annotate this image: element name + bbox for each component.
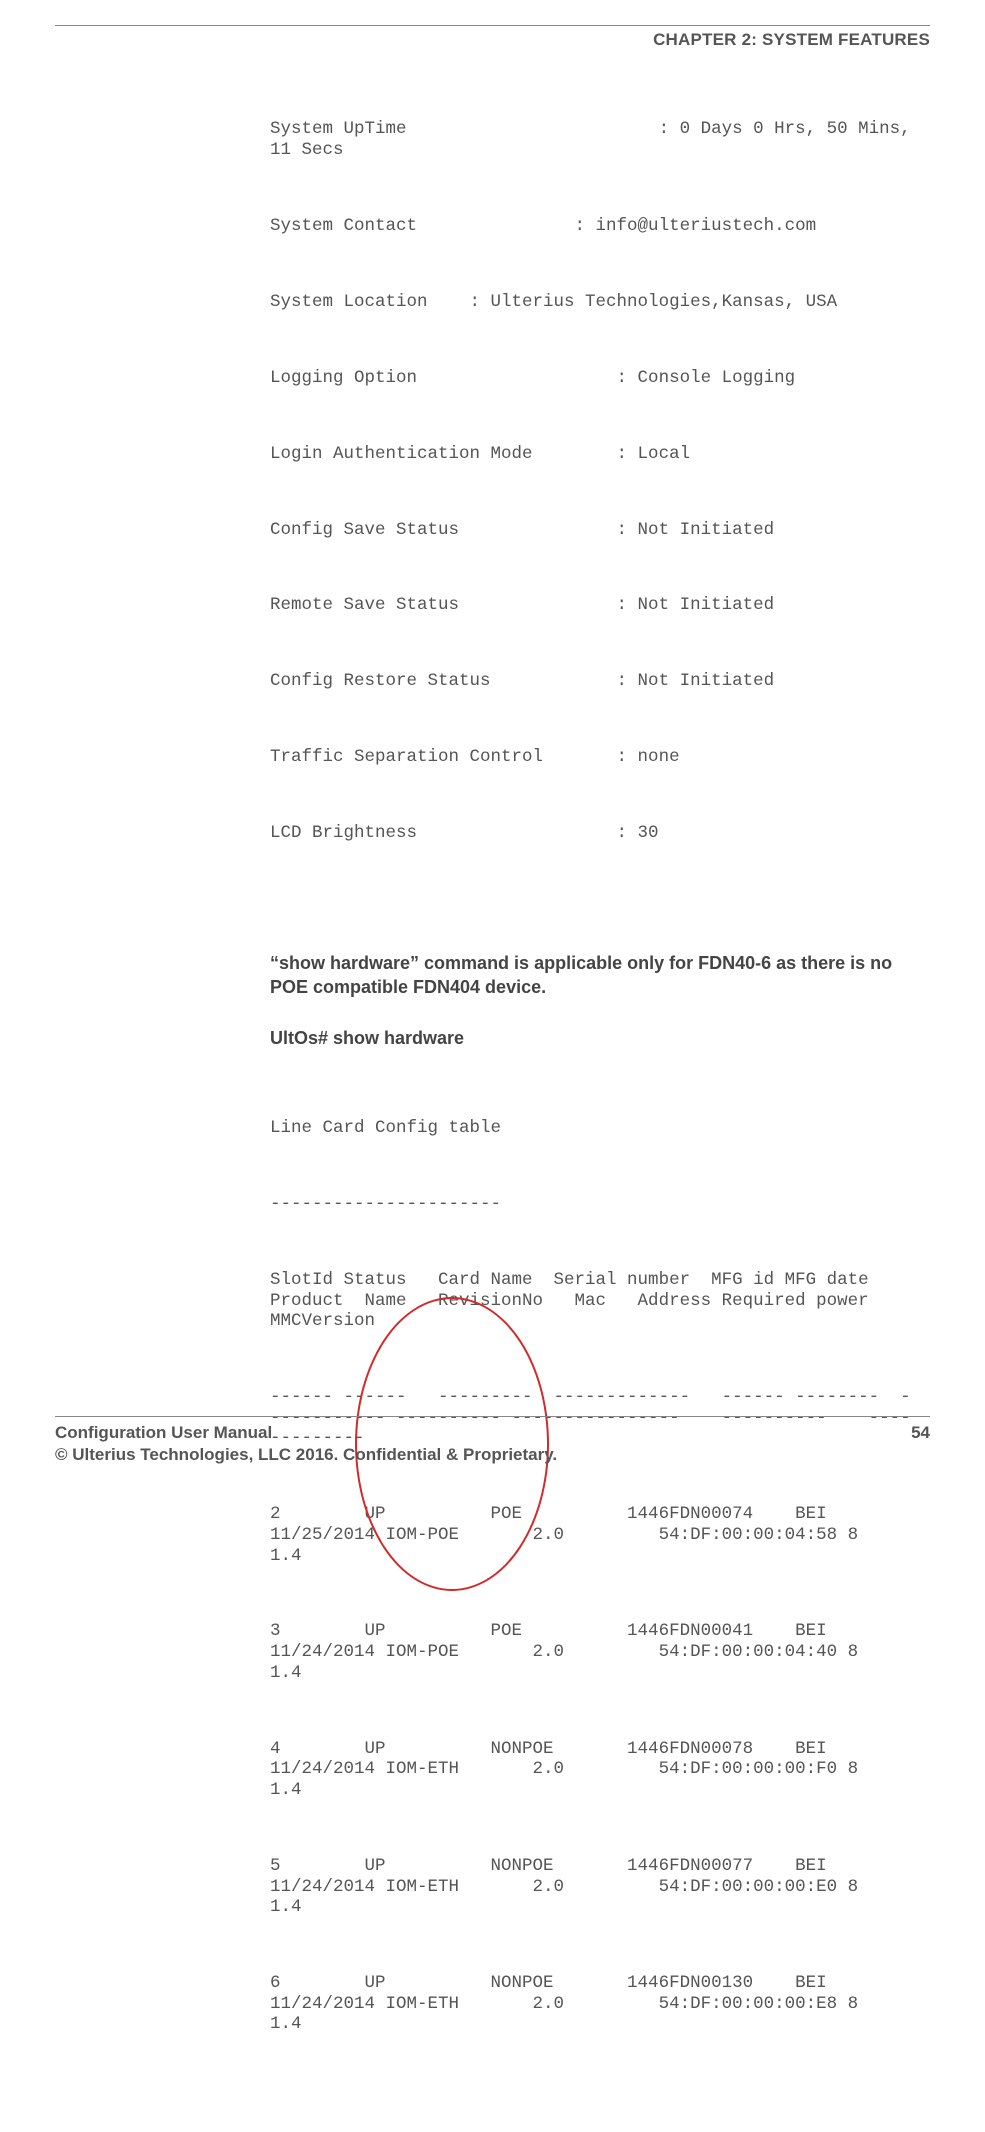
hw-row-5: 6 UP NONPOE 1446FDN00130 BEI 11/24/2014 … <box>270 1973 920 2035</box>
footer: Configuration User Manual 54 © Ulterius … <box>55 1416 930 1465</box>
sys-location: System Location : Ulterius Technologies,… <box>270 292 920 313</box>
config-restore-status: Config Restore Status : Not Initiated <box>270 671 920 692</box>
footer-page-number: 54 <box>911 1423 930 1443</box>
hw-row-4: 5 UP NONPOE 1446FDN00077 BEI 11/24/2014 … <box>270 1856 920 1918</box>
hardware-output: Line Card Config table -----------------… <box>270 1077 920 2132</box>
login-auth-mode: Login Authentication Mode : Local <box>270 444 920 465</box>
hw-dashes1: ---------------------- <box>270 1194 920 1215</box>
command-prompt: UltOs# show hardware <box>270 1028 920 1049</box>
chapter-header: CHAPTER 2: SYSTEM FEATURES <box>55 30 930 50</box>
note-heading: “show hardware” command is applicable on… <box>270 951 920 1000</box>
system-info-block: System UpTime : 0 Days 0 Hrs, 50 Mins, 1… <box>270 78 920 899</box>
bottom-rule <box>55 1416 930 1417</box>
config-save-status: Config Save Status : Not Initiated <box>270 520 920 541</box>
traffic-separation: Traffic Separation Control : none <box>270 747 920 768</box>
footer-copyright: © Ulterius Technologies, LLC 2016. Confi… <box>55 1445 930 1465</box>
logging-option: Logging Option : Console Logging <box>270 368 920 389</box>
hw-row-2: 3 UP POE 1446FDN00041 BEI 11/24/2014 IOM… <box>270 1621 920 1683</box>
page: CHAPTER 2: SYSTEM FEATURES System UpTime… <box>0 0 985 1495</box>
remote-save-status: Remote Save Status : Not Initiated <box>270 595 920 616</box>
sys-uptime: System UpTime : 0 Days 0 Hrs, 50 Mins, 1… <box>270 119 920 160</box>
sys-contact: System Contact : info@ulteriustech.com <box>270 216 920 237</box>
top-rule <box>55 25 930 26</box>
lcd-brightness: LCD Brightness : 30 <box>270 823 920 844</box>
hw-title: Line Card Config table <box>270 1118 920 1139</box>
footer-manual: Configuration User Manual <box>55 1423 272 1443</box>
hw-row-1: 2 UP POE 1446FDN00074 BEI 11/25/2014 IOM… <box>270 1504 920 1566</box>
hw-headers: SlotId Status Card Name Serial number MF… <box>270 1270 920 1332</box>
hw-row-3: 4 UP NONPOE 1446FDN00078 BEI 11/24/2014 … <box>270 1739 920 1801</box>
content-area: System UpTime : 0 Days 0 Hrs, 50 Mins, 1… <box>270 78 920 2132</box>
